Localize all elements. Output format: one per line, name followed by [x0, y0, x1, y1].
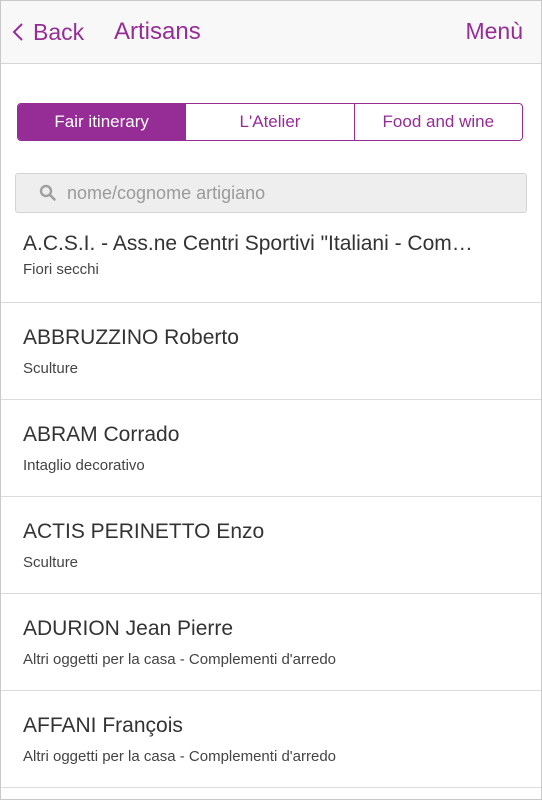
artisan-category: Sculture [23, 554, 79, 571]
list-item[interactable]: ADURION Jean Pierre Altri oggetti per la… [1, 594, 541, 691]
artisan-category: Fiori secchi [23, 261, 99, 278]
artisan-category: Altri oggetti per la casa - Complementi … [23, 651, 337, 668]
artisan-name: ADURION Jean Pierre [23, 617, 234, 640]
tab-fair-itinerary[interactable]: Fair itinerary [18, 104, 186, 140]
menu-button[interactable]: Menù [465, 18, 523, 45]
back-label: Back [33, 18, 85, 45]
artisan-name: ABRAM Corrado [23, 423, 180, 446]
nav-bar: Back Artisans Menù [1, 1, 541, 64]
artisan-category: Sculture [23, 360, 79, 377]
list-item[interactable]: A.C.S.I. - Ass.ne Centri Sportivi "Itali… [1, 214, 541, 303]
list-item[interactable]: ABBRUZZINO Roberto Sculture [1, 303, 541, 400]
tab-food-and-wine[interactable]: Food and wine [353, 104, 522, 140]
list-item[interactable]: ACTIS PERINETTO Enzo Sculture [1, 497, 541, 594]
search-bar [15, 173, 527, 213]
list-item[interactable]: AFFANI François Altri oggetti per la cas… [1, 691, 541, 788]
search-input[interactable] [65, 181, 509, 205]
artisan-category: Altri oggetti per la casa - Complementi … [23, 748, 337, 765]
search-icon [39, 184, 56, 201]
page-title: Artisans [114, 18, 201, 45]
list-item[interactable]: ABRAM Corrado Intaglio decorativo [1, 400, 541, 497]
tab-latelier[interactable]: L'Atelier [185, 104, 353, 140]
back-button[interactable]: Back [11, 17, 84, 47]
artisan-name: ABBRUZZINO Roberto [23, 326, 239, 349]
artisan-name: AFFANI François [23, 714, 183, 737]
artisan-list: A.C.S.I. - Ass.ne Centri Sportivi "Itali… [1, 214, 541, 788]
chevron-left-icon [12, 23, 23, 41]
segmented-control: Fair itinerary L'Atelier Food and wine [17, 103, 523, 141]
artisan-category: Intaglio decorativo [23, 457, 145, 474]
artisan-name: A.C.S.I. - Ass.ne Centri Sportivi "Itali… [23, 232, 473, 255]
artisan-name: ACTIS PERINETTO Enzo [23, 520, 265, 543]
app-frame: Back Artisans Menù Fair itinerary L'Atel… [0, 0, 542, 800]
